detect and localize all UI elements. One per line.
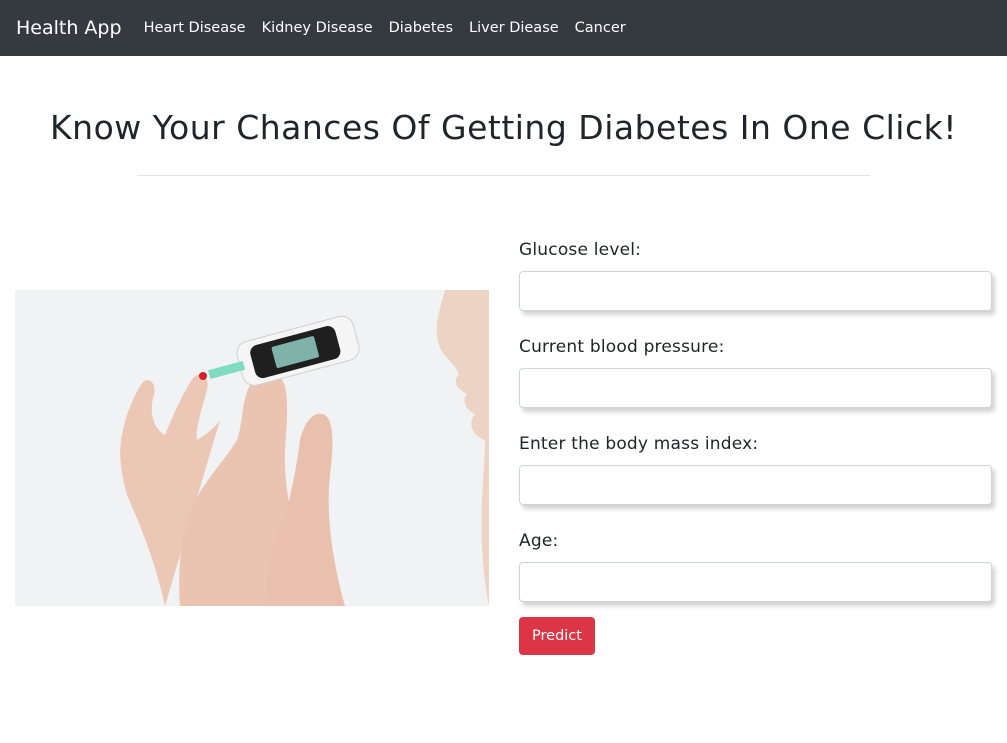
nav-link-cancer[interactable]: Cancer	[575, 20, 626, 36]
page-title: Know Your Chances Of Getting Diabetes In…	[50, 108, 957, 147]
glucose-meter-image	[15, 290, 489, 606]
prediction-form: Glucose level: Current blood pressure: E…	[519, 240, 992, 628]
age-label: Age:	[519, 531, 559, 551]
main-content: Glucose level: Current blood pressure: E…	[0, 176, 1007, 676]
nav-link-kidney-disease[interactable]: Kidney Disease	[262, 20, 373, 36]
blood-pressure-label: Current blood pressure:	[519, 337, 725, 357]
top-navbar: Health App Heart Disease Kidney Disease …	[0, 0, 1007, 56]
bmi-label: Enter the body mass index:	[519, 434, 759, 454]
nav-link-heart-disease[interactable]: Heart Disease	[144, 20, 246, 36]
age-input[interactable]	[519, 562, 992, 602]
predict-button[interactable]: Predict	[519, 617, 595, 655]
glucose-meter-illustration	[15, 290, 489, 606]
nav-link-diabetes[interactable]: Diabetes	[389, 20, 453, 36]
glucose-label: Glucose level:	[519, 240, 642, 260]
nav-link-liver-disease[interactable]: Liver Diease	[469, 20, 559, 36]
brand-link[interactable]: Health App	[16, 17, 122, 39]
blood-pressure-input[interactable]	[519, 368, 992, 408]
bmi-input[interactable]	[519, 465, 992, 505]
glucose-input[interactable]	[519, 271, 992, 311]
